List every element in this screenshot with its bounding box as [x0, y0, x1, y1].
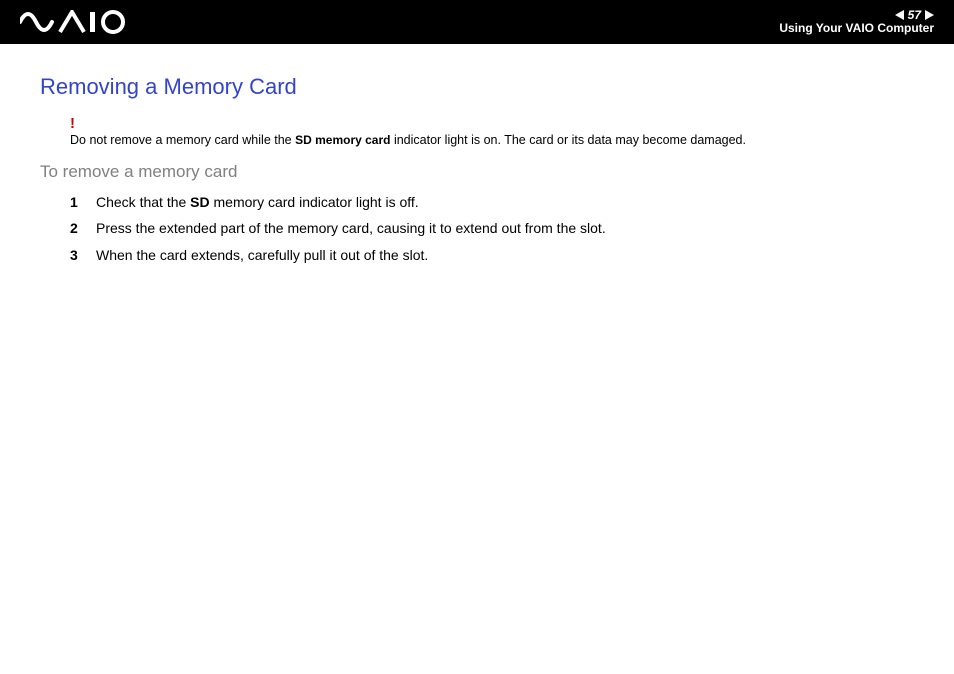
- step-number: 1: [70, 192, 96, 212]
- warning-text: Do not remove a memory card while the SD…: [70, 133, 746, 147]
- step-item: 1 Check that the SD memory card indicato…: [70, 192, 914, 212]
- sub-heading: To remove a memory card: [40, 162, 914, 182]
- warning-mid: memory card: [312, 133, 391, 147]
- step-text: Press the extended part of the memory ca…: [96, 218, 606, 238]
- step-pre: Press the extended part of the memory ca…: [96, 220, 606, 236]
- step-number: 2: [70, 218, 96, 238]
- next-page-icon[interactable]: [925, 10, 934, 20]
- step-pre: Check that the: [96, 194, 190, 210]
- vaio-logo: [20, 10, 130, 34]
- step-number: 3: [70, 245, 96, 265]
- warning-post: indicator light is on. The card or its d…: [390, 133, 746, 147]
- step-pre: When the card extends, carefully pull it…: [96, 247, 428, 263]
- warning-icon: !: [70, 114, 914, 134]
- step-post: memory card indicator light is off.: [210, 194, 419, 210]
- warning-block: ! Do not remove a memory card while the …: [70, 114, 914, 148]
- section-name: Using Your VAIO Computer: [779, 22, 934, 35]
- steps-list: 1 Check that the SD memory card indicato…: [70, 192, 914, 265]
- step-item: 3 When the card extends, carefully pull …: [70, 245, 914, 265]
- warning-bold: SD: [295, 133, 312, 147]
- warning-pre: Do not remove a memory card while the: [70, 133, 295, 147]
- step-bold: SD: [190, 194, 209, 210]
- page-content: Removing a Memory Card ! Do not remove a…: [0, 44, 954, 265]
- prev-page-icon[interactable]: [895, 10, 904, 20]
- header-right: 57 Using Your VAIO Computer: [779, 9, 934, 35]
- step-item: 2 Press the extended part of the memory …: [70, 218, 914, 238]
- page-title: Removing a Memory Card: [40, 74, 914, 100]
- vaio-logo-svg: [20, 10, 130, 34]
- step-text: When the card extends, carefully pull it…: [96, 245, 428, 265]
- step-text: Check that the SD memory card indicator …: [96, 192, 419, 212]
- header-bar: 57 Using Your VAIO Computer: [0, 0, 954, 44]
